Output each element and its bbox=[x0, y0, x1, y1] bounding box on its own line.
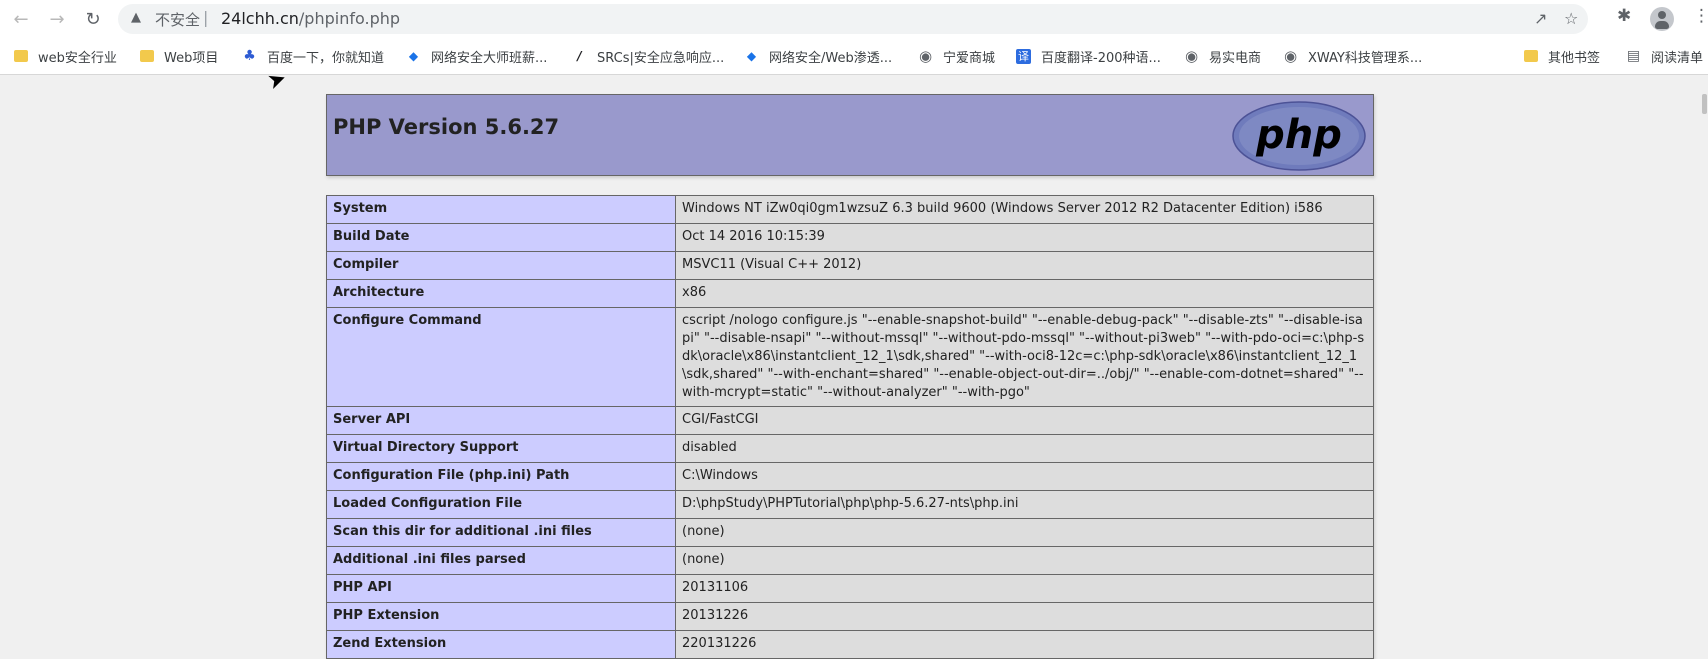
globe-icon: ◉ bbox=[918, 46, 933, 65]
share-icon[interactable]: ↗ bbox=[1534, 9, 1547, 28]
bookmark-label: 阅读清单 bbox=[1651, 50, 1704, 66]
bookmark-label: Web项目 bbox=[164, 50, 219, 66]
forward-icon[interactable]: → bbox=[44, 6, 70, 32]
row-key: Scan this dir for additional .ini files bbox=[326, 518, 676, 547]
table-row: PHP Extension 20131226 bbox=[326, 602, 1374, 631]
phpinfo-table: System Windows NT iZw0qi0gm1wzsuZ 6.3 bui… bbox=[326, 195, 1374, 659]
separator: | bbox=[203, 8, 209, 27]
table-row: Virtual Directory Support disabled bbox=[326, 434, 1374, 463]
srcs-icon: / bbox=[577, 48, 582, 63]
bookmark-item[interactable]: ◉ 易实电商 bbox=[1184, 46, 1261, 66]
folder-icon bbox=[1524, 50, 1538, 62]
menu-icon[interactable]: ⋮ bbox=[1693, 6, 1708, 26]
row-value: x86 bbox=[675, 279, 1374, 308]
row-value: Oct 14 2016 10:15:39 bbox=[675, 223, 1374, 252]
bookmark-label: 易实电商 bbox=[1209, 50, 1262, 66]
row-value: 20131106 bbox=[675, 574, 1374, 603]
bookmark-item[interactable]: 其他书签 bbox=[1524, 46, 1600, 66]
php-logo-icon: php bbox=[1232, 101, 1366, 171]
baidu-icon: ♣ bbox=[243, 47, 256, 64]
shield-icon: ◆ bbox=[746, 48, 757, 63]
bookmark-label: 宁爱商城 bbox=[943, 50, 996, 66]
row-value: C:\Windows bbox=[675, 462, 1374, 491]
table-row: System Windows NT iZw0qi0gm1wzsuZ 6.3 bui… bbox=[326, 195, 1374, 224]
table-row: Architecture x86 bbox=[326, 279, 1374, 308]
bookmark-label: 网络安全大师班薪... bbox=[431, 50, 548, 66]
browser-toolbar: ← → ↻ ▲ 不安全 | 24lchh.cn/phpinfo.php ↗ ☆ … bbox=[0, 0, 1708, 38]
bookmark-label: 其他书签 bbox=[1548, 50, 1601, 66]
page-title: PHP Version 5.6.27 bbox=[333, 115, 560, 139]
bookmark-item[interactable]: 译 百度翻译-200种语... bbox=[1016, 46, 1161, 66]
bookmark-label: XWAY科技管理系... bbox=[1308, 50, 1423, 66]
translate-icon: 译 bbox=[1016, 48, 1031, 64]
row-value: (none) bbox=[675, 546, 1374, 575]
bookmark-label: 网络安全/Web渗透... bbox=[769, 50, 893, 66]
row-value: cscript /nologo configure.js "--enable-s… bbox=[675, 307, 1374, 407]
bookmark-item[interactable]: ◉ 宁爱商城 bbox=[918, 46, 995, 66]
scrollbar-thumb[interactable] bbox=[1702, 94, 1707, 114]
table-row: Scan this dir for additional .ini files(… bbox=[326, 518, 1374, 547]
url-text[interactable]: 24lchh.cn/phpinfo.php bbox=[221, 9, 400, 28]
row-key: Build Date bbox=[326, 223, 676, 252]
row-value: 20131226 bbox=[675, 602, 1374, 631]
globe-icon: ◉ bbox=[1184, 46, 1199, 65]
row-value: MSVC11 (Visual C++ 2012) bbox=[675, 251, 1374, 280]
bookmark-label: web安全行业 bbox=[38, 50, 117, 66]
reading-list-icon: ▤ bbox=[1626, 47, 1641, 64]
php-logo-text: php bbox=[1255, 112, 1342, 158]
row-key: Loaded Configuration File bbox=[326, 490, 676, 519]
url-path: /phpinfo.php bbox=[298, 9, 401, 28]
row-value: D:\phpStudy\PHPTutorial\php\php-5.6.27-n… bbox=[675, 490, 1374, 519]
row-key: Additional .ini files parsed bbox=[326, 546, 676, 575]
row-key: Configure Command bbox=[326, 307, 676, 407]
bookmark-item[interactable]: web安全行业 bbox=[14, 46, 117, 66]
address-bar[interactable]: ▲ 不安全 | 24lchh.cn/phpinfo.php ↗ ☆ bbox=[118, 4, 1588, 34]
row-key: Virtual Directory Support bbox=[326, 434, 676, 463]
table-row: Configuration File (php.ini) Path C:\Wind… bbox=[326, 462, 1374, 491]
folder-icon bbox=[14, 50, 28, 62]
row-key: Server API bbox=[326, 406, 676, 435]
row-value: disabled bbox=[675, 434, 1374, 463]
table-row: Compiler MSVC11 (Visual C++ 2012) bbox=[326, 251, 1374, 280]
bookmark-label: 百度一下，你就知道 bbox=[267, 50, 385, 66]
url-host: 24lchh.cn bbox=[221, 9, 299, 28]
globe-icon: ◉ bbox=[1283, 46, 1298, 65]
row-value: (none) bbox=[675, 518, 1374, 547]
bookmark-item[interactable]: / SRCs|安全应急响应... bbox=[572, 46, 724, 66]
warning-icon[interactable]: ▲ bbox=[131, 10, 141, 25]
bookmark-item[interactable]: ◉ XWAY科技管理系... bbox=[1283, 46, 1422, 66]
reload-icon[interactable]: ↻ bbox=[80, 6, 106, 32]
bookmark-label: SRCs|安全应急响应... bbox=[597, 50, 725, 66]
row-key: Compiler bbox=[326, 251, 676, 280]
row-key: Architecture bbox=[326, 279, 676, 308]
security-label[interactable]: 不安全 bbox=[155, 9, 200, 30]
table-row: Loaded Configuration File D:\phpStudy\PHP… bbox=[326, 490, 1374, 519]
table-row: Build Date Oct 14 2016 10:15:39 bbox=[326, 223, 1374, 252]
row-key: Configuration File (php.ini) Path bbox=[326, 462, 676, 491]
extensions-icon[interactable]: ✱ bbox=[1617, 6, 1631, 26]
php-version-header: PHP Version 5.6.27 php bbox=[326, 94, 1374, 176]
row-value: CGI/FastCGI bbox=[675, 406, 1374, 435]
star-icon[interactable]: ☆ bbox=[1564, 9, 1578, 28]
table-row: PHP API 20131106 bbox=[326, 574, 1374, 603]
profile-avatar-icon[interactable] bbox=[1650, 7, 1674, 31]
bookmarks-bar: web安全行业 Web项目 ♣ 百度一下，你就知道 ◆ 网络安全大师班薪... … bbox=[0, 38, 1708, 75]
bookmark-item[interactable]: Web项目 bbox=[140, 46, 218, 66]
back-icon[interactable]: ← bbox=[8, 6, 34, 32]
bookmark-item[interactable]: ◆ 网络安全大师班薪... bbox=[406, 46, 548, 66]
bookmark-label: 百度翻译-200种语... bbox=[1041, 50, 1161, 66]
row-key: System bbox=[326, 195, 676, 224]
row-key: PHP API bbox=[326, 574, 676, 603]
table-row: Additional .ini files parsed (none) bbox=[326, 546, 1374, 575]
table-row: Configure Command cscript /nologo configu… bbox=[326, 307, 1374, 407]
bookmark-item[interactable]: ♣ 百度一下，你就知道 bbox=[242, 46, 384, 66]
reading-list-button[interactable]: ▤ 阅读清单 bbox=[1626, 46, 1703, 66]
row-value: Windows NT iZw0qi0gm1wzsuZ 6.3 build 960… bbox=[675, 195, 1374, 224]
shield-icon: ◆ bbox=[408, 48, 419, 63]
bookmark-item[interactable]: ◆ 网络安全/Web渗透... bbox=[744, 46, 892, 66]
row-key: PHP Extension bbox=[326, 602, 676, 631]
folder-icon bbox=[140, 50, 154, 62]
table-row: Server API CGI/FastCGI bbox=[326, 406, 1374, 435]
